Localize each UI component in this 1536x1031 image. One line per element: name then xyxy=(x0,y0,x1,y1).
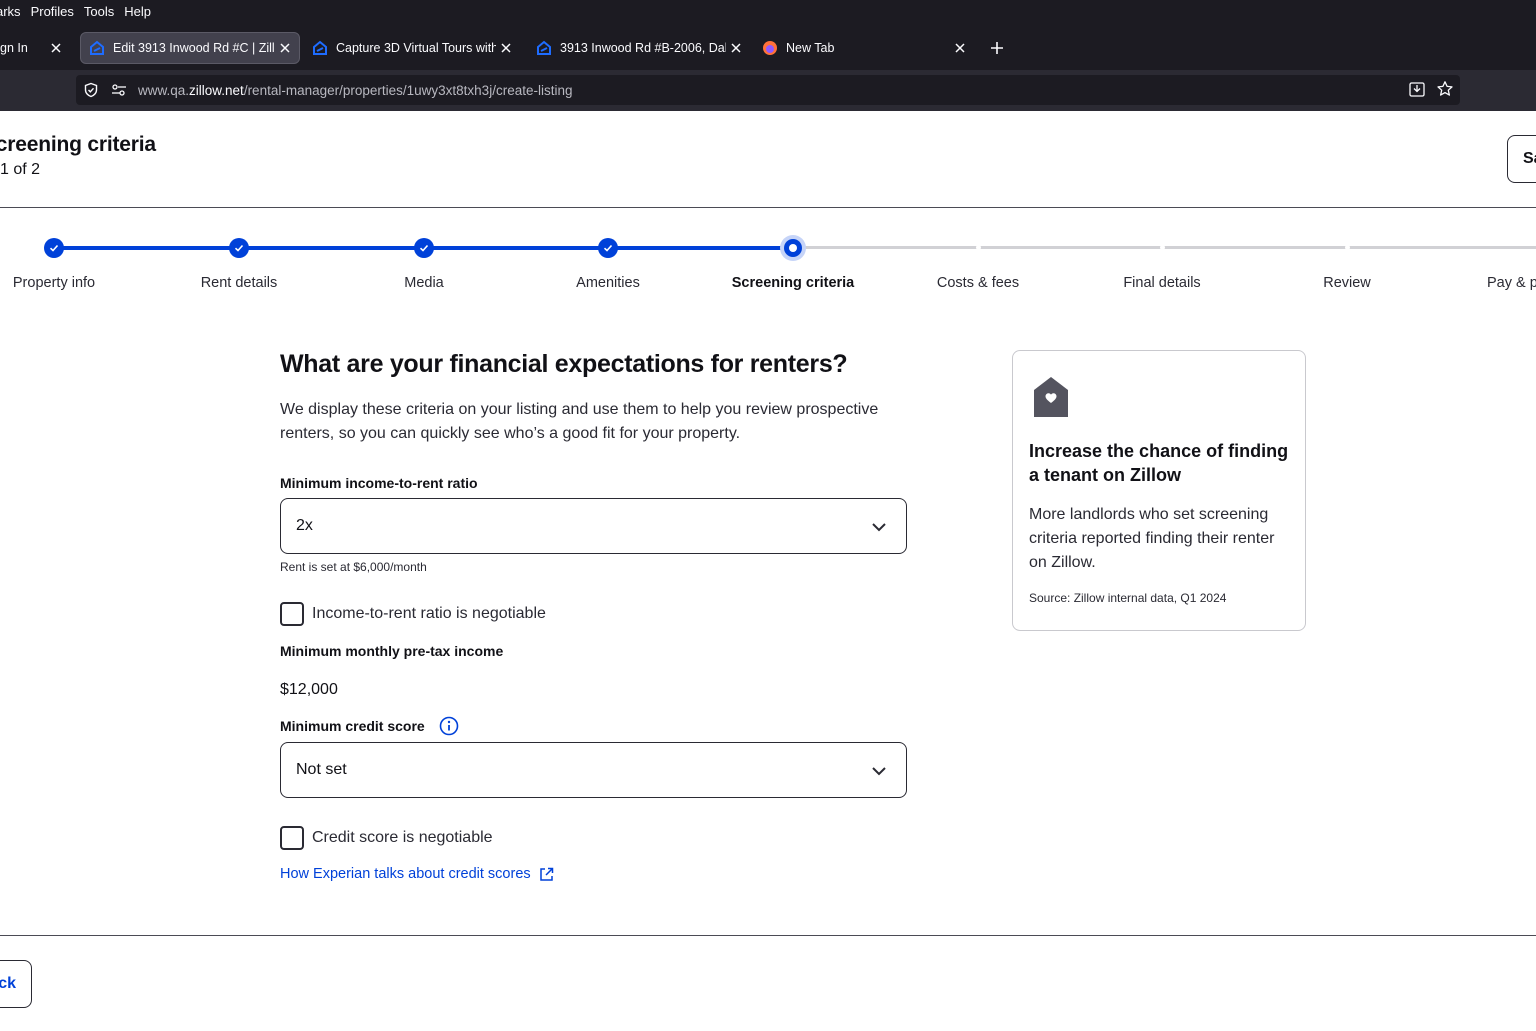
tab-title: gn In xyxy=(0,41,28,55)
tab-title: Edit 3913 Inwood Rd #C | Zillow xyxy=(113,41,275,55)
credit-score-select[interactable]: Not set xyxy=(280,742,907,798)
close-icon[interactable] xyxy=(726,38,746,58)
url-text[interactable]: www.qa.zillow.net/rental-manager/propert… xyxy=(138,83,572,98)
step-3-check-icon[interactable] xyxy=(414,238,434,258)
menu-profiles[interactable]: Profiles xyxy=(31,4,80,19)
tab-new-tab[interactable]: New Tab xyxy=(754,32,974,64)
tip-source: Source: Zillow internal data, Q1 2024 xyxy=(1029,591,1227,605)
page-header: Screening criteria 1 of 2 Save xyxy=(0,111,1536,208)
step-label-rent-details[interactable]: Rent details xyxy=(201,275,278,291)
new-tab-plus-icon[interactable] xyxy=(986,37,1008,59)
tip-body: More landlords who set screening criteri… xyxy=(1029,506,1275,571)
step-5-current-marker xyxy=(780,235,806,261)
step-6-marker xyxy=(975,245,981,250)
step-label-media[interactable]: Media xyxy=(404,275,444,291)
house-heart-icon xyxy=(1034,377,1068,417)
step-label-review: Review xyxy=(1323,275,1371,291)
page-title: Screening criteria xyxy=(0,133,156,156)
zillow-icon xyxy=(536,40,552,56)
credit-negotiable-row[interactable]: Credit score is negotiable xyxy=(280,826,493,850)
url-prefix: www.qa. xyxy=(138,82,190,98)
menu-help[interactable]: Help xyxy=(124,4,157,19)
back-button[interactable]: Back xyxy=(0,960,32,1008)
download-icon[interactable] xyxy=(1408,80,1426,103)
stepper-track-remaining xyxy=(793,246,1536,249)
info-icon[interactable] xyxy=(439,716,459,736)
url-host: zillow.net xyxy=(189,82,244,98)
experian-link-text: How Experian talks about credit scores xyxy=(280,866,531,882)
ratio-negotiable-row[interactable]: Income-to-rent ratio is negotiable xyxy=(280,602,546,626)
tab-title: New Tab xyxy=(786,41,835,55)
browser-chrome: arks Profiles Tools Help gn In Edit 3913… xyxy=(0,0,1536,111)
form-intro: We display these criteria on your listin… xyxy=(280,401,879,442)
screening-form: What are your financial expectations for… xyxy=(280,350,910,882)
tab-strip: gn In Edit 3913 Inwood Rd #C | Zillow Ca… xyxy=(0,28,1536,68)
step-label-costs-fees: Costs & fees xyxy=(936,275,1020,291)
income-ratio-value: 2x xyxy=(296,517,313,534)
site-permissions-icon[interactable] xyxy=(110,81,128,99)
tab-title: 3913 Inwood Rd #B-2006, Dalla xyxy=(560,41,726,55)
firefox-icon xyxy=(762,40,778,56)
credit-negotiable-checkbox[interactable] xyxy=(280,826,304,850)
credit-negotiable-label[interactable]: Credit score is negotiable xyxy=(312,829,493,847)
close-icon[interactable] xyxy=(46,38,66,58)
tab-title: Capture 3D Virtual Tours with Fr xyxy=(336,41,496,55)
chevron-down-icon xyxy=(872,767,886,776)
chevron-down-icon xyxy=(872,523,886,532)
step-label-property-info[interactable]: Property info xyxy=(13,275,95,291)
monthly-income-label: Minimum monthly pre-tax income xyxy=(280,643,504,659)
close-icon[interactable] xyxy=(275,38,295,58)
tab-edit-listing[interactable]: Edit 3913 Inwood Rd #C | Zillow xyxy=(80,32,300,64)
url-path: /rental-manager/properties/1uwy3xt8txh3j… xyxy=(243,82,573,98)
tip-card: Increase the chance of finding a tenant … xyxy=(1012,350,1306,631)
external-link-icon xyxy=(539,867,553,881)
step-label-pay: Pay & p xyxy=(1487,275,1536,291)
step-4-check-icon[interactable] xyxy=(598,238,618,258)
tab-inwood-b2006[interactable]: 3913 Inwood Rd #B-2006, Dalla xyxy=(528,32,750,64)
step-label-final-details: Final details xyxy=(1123,275,1201,291)
ratio-negotiable-checkbox[interactable] xyxy=(280,602,304,626)
step-1-check-icon[interactable] xyxy=(44,238,64,258)
step-label-amenities[interactable]: Amenities xyxy=(576,275,640,291)
shield-icon[interactable] xyxy=(82,81,100,99)
step-2-check-icon[interactable] xyxy=(229,238,249,258)
credit-score-value: Not set xyxy=(296,761,347,778)
footer-divider xyxy=(0,935,1536,936)
close-icon[interactable] xyxy=(496,38,516,58)
save-button[interactable]: Save xyxy=(1507,135,1536,183)
tab-capture-3d[interactable]: Capture 3D Virtual Tours with Fr xyxy=(304,32,520,64)
menu-bar: arks Profiles Tools Help xyxy=(0,0,1536,22)
close-icon[interactable] xyxy=(950,38,970,58)
step-count: 1 of 2 xyxy=(0,161,41,178)
zillow-icon xyxy=(312,40,328,56)
menu-bookmarks[interactable]: arks xyxy=(0,4,27,19)
income-ratio-label: Minimum income-to-rent ratio xyxy=(280,475,478,491)
url-actions xyxy=(1408,80,1454,103)
income-ratio-select[interactable]: 2x xyxy=(280,498,907,554)
menu-tools[interactable]: Tools xyxy=(84,4,120,19)
monthly-income-value: $12,000 xyxy=(280,681,338,698)
progress-stepper: Property info Rent details Media Ameniti… xyxy=(0,230,1536,300)
step-7-marker xyxy=(1159,245,1165,250)
bookmark-star-icon[interactable] xyxy=(1436,80,1454,103)
ratio-negotiable-label[interactable]: Income-to-rent ratio is negotiable xyxy=(312,605,546,623)
credit-score-label-row: Minimum credit score xyxy=(280,716,459,736)
tip-title: Increase the chance of finding a tenant … xyxy=(1029,441,1289,485)
address-bar[interactable]: www.qa.zillow.net/rental-manager/propert… xyxy=(76,75,1460,105)
rent-hint: Rent is set at $6,000/month xyxy=(280,560,427,574)
zillow-icon xyxy=(89,40,105,56)
experian-credit-link[interactable]: How Experian talks about credit scores xyxy=(280,866,554,882)
step-label-screening-criteria: Screening criteria xyxy=(731,275,855,291)
form-question: What are your financial expectations for… xyxy=(280,350,848,378)
tab-sign-in[interactable]: gn In xyxy=(0,32,70,64)
credit-score-label: Minimum credit score xyxy=(280,718,425,734)
nav-bar: www.qa.zillow.net/rental-manager/propert… xyxy=(0,70,1536,111)
step-8-marker xyxy=(1344,245,1350,250)
